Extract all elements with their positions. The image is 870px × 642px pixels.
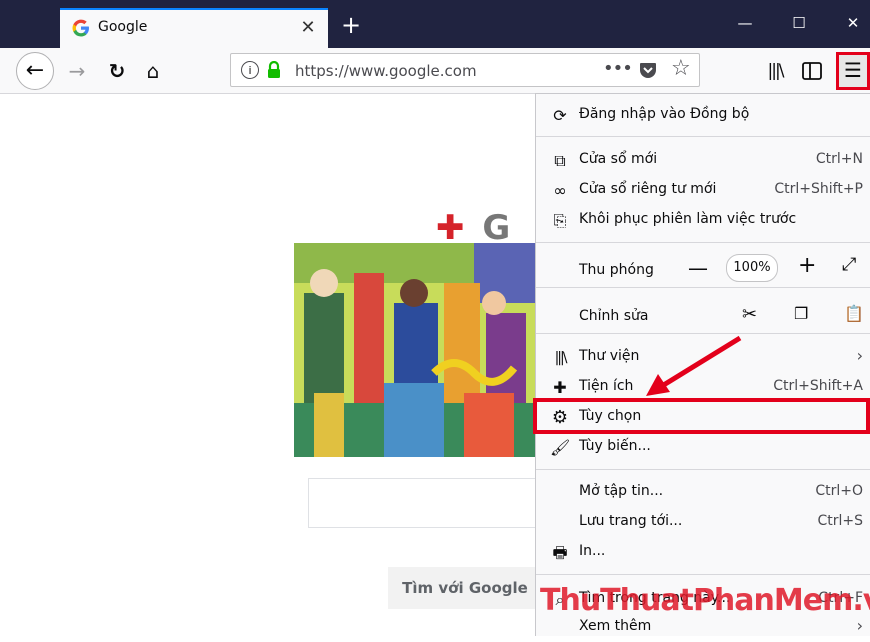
menu-item-sync[interactable]: ⟳ Đăng nhập vào Đồng bộ	[536, 100, 870, 130]
menu-item-print[interactable]: 🖶 In...	[536, 537, 870, 567]
arrow-right-icon[interactable]: →	[62, 56, 92, 86]
watermark: ThuThuatPhanMem.vn	[540, 583, 870, 618]
menu-item-label: Cửa sổ mới	[579, 151, 658, 167]
info-icon[interactable]: i	[241, 61, 259, 79]
paste-icon[interactable]: 📋	[844, 304, 864, 323]
tab-title: Google	[98, 19, 148, 35]
zoom-in-icon[interactable]: +	[798, 253, 816, 278]
url-bar[interactable]: i https://www.google.com ••• ☆	[230, 53, 700, 87]
mask-icon: ∞	[553, 181, 567, 200]
menu-item-label: Khôi phục phiên làm việc trước	[579, 211, 797, 227]
menu-separator	[536, 469, 870, 470]
menu-item-shortcut: Ctrl+S	[817, 513, 863, 529]
menu-item-label: Lưu trang tới...	[579, 513, 683, 529]
search-input[interactable]	[308, 478, 542, 528]
url-text: https://www.google.com	[295, 62, 477, 80]
menu-item-restore-session[interactable]: ⎘ Khôi phục phiên làm việc trước	[536, 205, 870, 235]
menu-item-label: Mở tập tin...	[579, 483, 664, 499]
google-logo: ✚ G	[436, 208, 511, 248]
home-icon[interactable]: ⌂	[138, 56, 168, 86]
menu-item-label: Tùy biến...	[579, 438, 651, 454]
google-doodle-image[interactable]	[294, 243, 542, 457]
library-icon: |||\	[554, 350, 568, 366]
minimize-button[interactable]: —	[722, 8, 768, 38]
menu-item-private-window[interactable]: ∞ Cửa sổ riêng tư mới Ctrl+Shift+P	[536, 175, 870, 205]
menu-item-zoom: Thu phóng — 100% + ⤢	[536, 253, 870, 286]
zoom-out-icon[interactable]: —	[688, 256, 708, 280]
nav-toolbar: → ↻ ⌂ i https://www.google.com ••• ☆ |||…	[0, 48, 870, 94]
hamburger-icon: ☰	[844, 58, 862, 82]
menu-item-new-window[interactable]: ⧉ Cửa sổ mới Ctrl+N	[536, 145, 870, 175]
menu-item-label: Thu phóng	[579, 262, 654, 278]
printer-icon: 🖶	[552, 543, 568, 562]
menu-item-label: Chỉnh sửa	[579, 308, 649, 324]
menu-separator	[536, 242, 870, 243]
chevron-right-icon: ›	[856, 616, 863, 635]
menu-item-label: Thư viện	[579, 348, 640, 364]
close-tab-icon[interactable]: ✕	[296, 16, 320, 40]
pocket-icon[interactable]	[639, 62, 657, 79]
menu-item-label: In...	[579, 543, 606, 559]
reload-icon[interactable]: ↻	[102, 56, 132, 86]
star-icon[interactable]: ☆	[671, 56, 691, 81]
menu-item-customize[interactable]: 🖌 Tùy biến...	[536, 432, 870, 462]
menu-item-save-page[interactable]: Lưu trang tới... Ctrl+S	[536, 507, 870, 537]
fullscreen-icon[interactable]: ⤢	[842, 254, 856, 275]
new-window-icon: ⧉	[554, 151, 566, 170]
zoom-reset-button[interactable]: 100%	[726, 254, 778, 282]
sidebar-icon[interactable]	[802, 62, 822, 80]
title-bar: Google ✕ + — ☐ ✕	[0, 0, 870, 48]
google-favicon-icon	[72, 19, 89, 37]
menu-item-edit: Chỉnh sửa ✂ ❐ 📋	[536, 302, 870, 332]
options-highlight-box	[533, 398, 870, 434]
chevron-right-icon: ›	[856, 346, 863, 365]
back-button[interactable]: ←	[16, 52, 54, 90]
menu-separator	[536, 574, 870, 575]
restore-icon: ⎘	[553, 211, 567, 230]
menu-separator	[536, 136, 870, 137]
new-tab-button[interactable]: +	[338, 12, 364, 38]
menu-item-shortcut: Ctrl+N	[815, 151, 863, 167]
maximize-button[interactable]: ☐	[776, 8, 822, 38]
menu-item-shortcut: Ctrl+Shift+P	[774, 181, 863, 197]
menu-item-shortcut: Ctrl+O	[815, 483, 863, 499]
more-icon[interactable]: •••	[603, 58, 633, 79]
arrow-left-icon: ←	[25, 58, 45, 83]
red-arrow-icon	[646, 335, 742, 396]
puzzle-icon: ✚	[553, 378, 567, 397]
google-search-button[interactable]: Tìm với Google	[388, 567, 542, 609]
tab-google[interactable]: Google ✕	[60, 8, 328, 48]
copy-icon[interactable]: ❐	[794, 304, 808, 323]
cut-icon[interactable]: ✂	[742, 304, 757, 325]
menu-item-label: Tiện ích	[579, 378, 634, 394]
brush-icon: 🖌	[550, 438, 571, 457]
menu-item-shortcut: Ctrl+Shift+A	[773, 378, 863, 394]
menu-item-label: Đăng nhập vào Đồng bộ	[579, 106, 750, 122]
close-window-button[interactable]: ✕	[830, 8, 870, 38]
menu-separator	[536, 287, 870, 288]
menu-item-label: Cửa sổ riêng tư mới	[579, 181, 717, 197]
menu-item-label: Xem thêm	[579, 618, 652, 634]
menu-item-open-file[interactable]: Mở tập tin... Ctrl+O	[536, 477, 870, 507]
lock-icon	[268, 61, 280, 78]
menu-button[interactable]: ☰	[836, 52, 870, 90]
library-icon[interactable]: |||\	[760, 56, 790, 86]
sync-icon: ⟳	[553, 106, 567, 125]
